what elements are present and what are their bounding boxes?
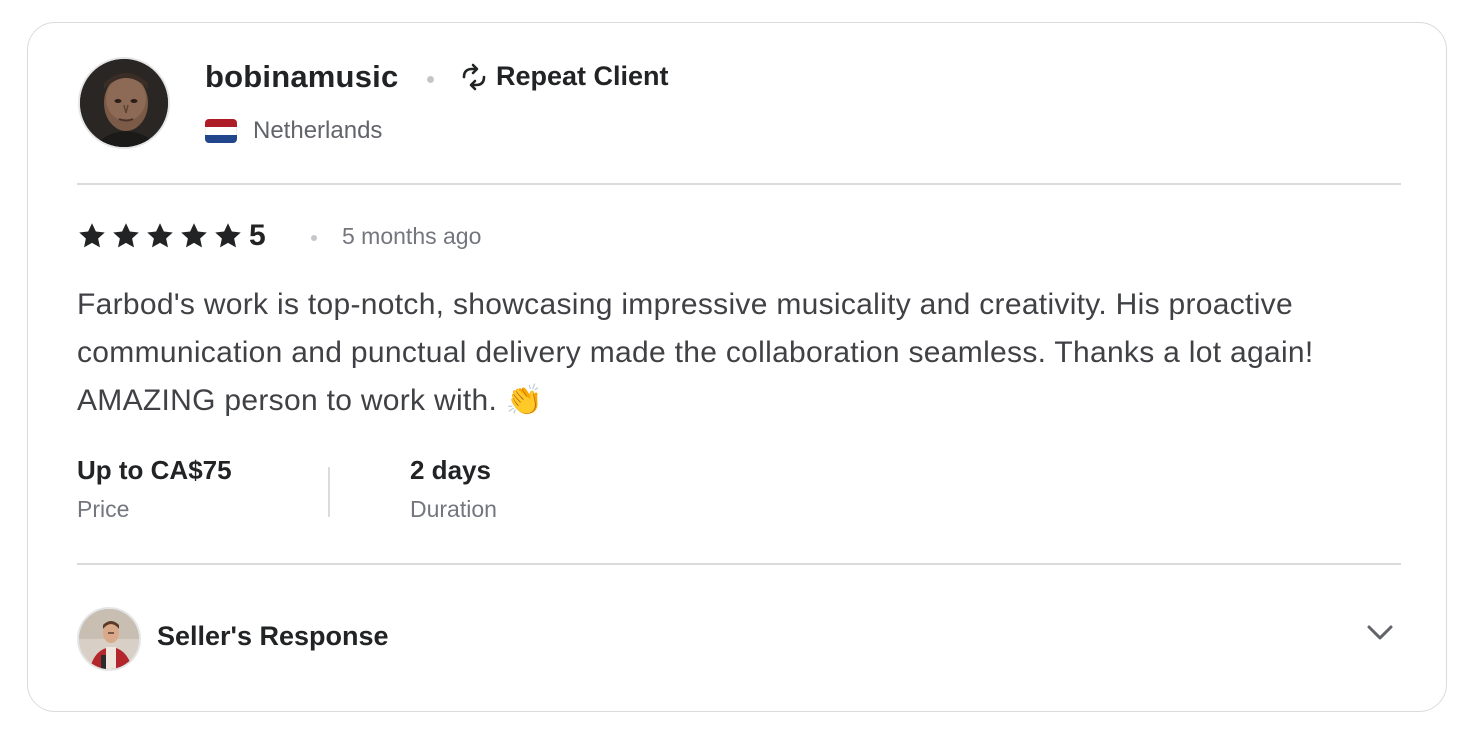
price-value: Up to CA$75 (77, 455, 232, 485)
repeat-client-badge: Repeat Client (458, 61, 669, 92)
repeat-client-label: Repeat Client (496, 61, 669, 91)
meta-divider (328, 467, 330, 517)
country-label: Netherlands (253, 117, 383, 144)
header-divider (77, 183, 1401, 185)
duration-meta: 2 days Duration (410, 455, 497, 523)
seller-avatar (77, 607, 141, 671)
netherlands-flag-icon (205, 119, 237, 143)
star-icon (213, 221, 243, 251)
star-icon (77, 221, 107, 251)
chevron-down-icon[interactable] (1364, 617, 1396, 649)
separator-dot (427, 76, 434, 83)
star-icon (145, 221, 175, 251)
star-icon (111, 221, 141, 251)
reviewer-username[interactable]: bobinamusic (205, 59, 398, 95)
rating-value: 5 (249, 219, 266, 252)
price-meta: Up to CA$75 Price (77, 455, 232, 523)
reviewer-country: Netherlands (205, 117, 382, 145)
star-rating (77, 221, 243, 251)
review-time: 5 months ago (342, 223, 482, 249)
reviewer-avatar[interactable] (78, 57, 170, 149)
seller-response-label[interactable]: Seller's Response (157, 621, 389, 652)
duration-label: Duration (410, 496, 497, 522)
repeat-icon (458, 63, 490, 91)
review-card: bobinamusic Repeat Client Netherlands 5 … (27, 22, 1447, 712)
price-label: Price (77, 496, 130, 522)
star-icon (179, 221, 209, 251)
footer-divider (77, 563, 1401, 565)
duration-value: 2 days (410, 455, 491, 485)
separator-dot (311, 235, 317, 241)
rating-row: 5 (77, 219, 266, 253)
review-text: Farbod's work is top-notch, showcasing i… (77, 288, 1314, 417)
